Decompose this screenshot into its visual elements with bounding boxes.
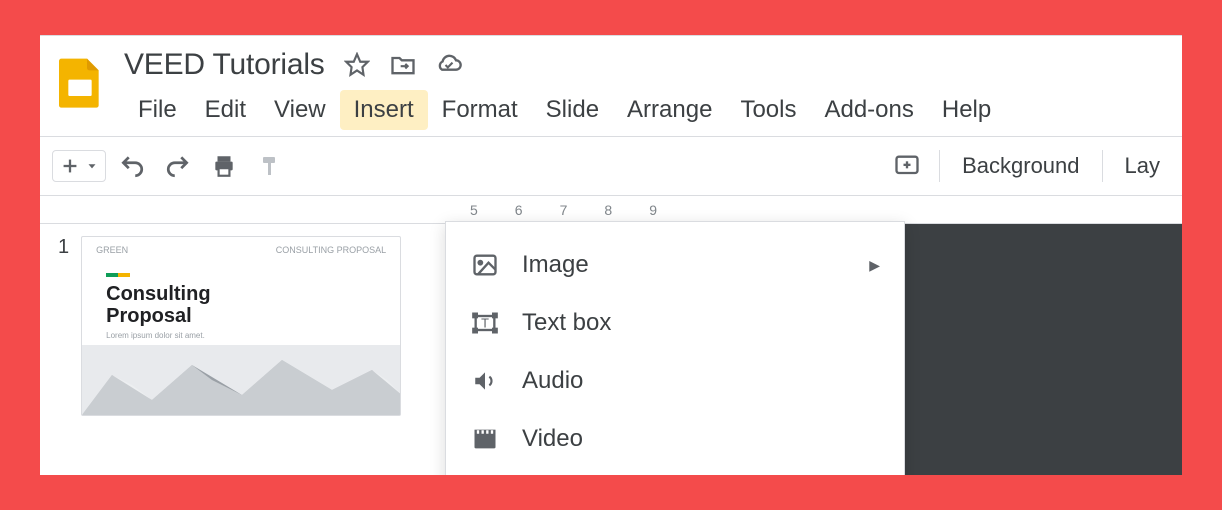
video-icon	[470, 424, 500, 454]
image-icon	[470, 250, 500, 280]
new-slide-button[interactable]	[52, 150, 106, 182]
dropdown-label: Text box	[522, 309, 611, 337]
audio-icon	[470, 366, 500, 396]
menu-arrange[interactable]: Arrange	[613, 90, 726, 130]
document-title[interactable]: VEED Tutorials	[124, 48, 325, 82]
menu-format[interactable]: Format	[428, 90, 532, 130]
slide-panel: 1 GREEN CONSULTING PROPOSAL Consulting P…	[40, 224, 470, 475]
title-area: VEED Tutorials File Edit View Insert For…	[124, 46, 1182, 130]
dropdown-label: Audio	[522, 367, 583, 395]
menu-view[interactable]: View	[260, 90, 340, 130]
thumb-subtitle: Lorem ipsum dolor sit amet.	[82, 327, 400, 340]
print-button[interactable]	[204, 146, 244, 186]
menu-tools[interactable]: Tools	[726, 90, 810, 130]
layout-button[interactable]: Lay	[1115, 153, 1170, 179]
textbox-icon: T	[470, 308, 500, 338]
dropdown-label: Image	[522, 251, 589, 279]
move-folder-icon[interactable]	[389, 51, 417, 79]
redo-button[interactable]	[158, 146, 198, 186]
star-icon[interactable]	[343, 51, 371, 79]
slide-thumbnail[interactable]: GREEN CONSULTING PROPOSAL Consulting Pro…	[81, 236, 401, 416]
insert-image[interactable]: Image ▶	[446, 236, 904, 294]
dropdown-label: Video	[522, 425, 583, 453]
insert-dropdown: Image ▶ T Text box Audio Video	[445, 221, 905, 475]
mountain-image	[82, 345, 401, 415]
paint-format-button[interactable]	[250, 146, 290, 186]
toolbar-separator	[939, 150, 940, 182]
title-row: VEED Tutorials	[124, 48, 1182, 82]
menu-edit[interactable]: Edit	[191, 90, 260, 130]
slides-logo-icon[interactable]	[52, 54, 108, 110]
horizontal-ruler: 5 6 7 8 9	[40, 196, 1182, 224]
slide-number: 1	[58, 236, 69, 472]
undo-button[interactable]	[112, 146, 152, 186]
cloud-saved-icon[interactable]	[435, 51, 463, 79]
add-comment-button[interactable]	[887, 146, 927, 186]
menu-file[interactable]: File	[124, 90, 191, 130]
chevron-right-icon: ▶	[869, 257, 880, 274]
chevron-down-icon	[85, 159, 99, 173]
background-button[interactable]: Background	[952, 153, 1089, 179]
app-window: VEED Tutorials File Edit View Insert For…	[40, 35, 1182, 475]
toolbar: Background Lay	[40, 136, 1182, 196]
insert-textbox[interactable]: T Text box	[446, 294, 904, 352]
thumb-title: Consulting Proposal	[82, 277, 400, 327]
svg-text:T: T	[481, 316, 489, 331]
titlebar: VEED Tutorials File Edit View Insert For…	[40, 36, 1182, 130]
toolbar-separator	[1102, 150, 1103, 182]
insert-video[interactable]: Video	[446, 410, 904, 468]
menu-slide[interactable]: Slide	[532, 90, 613, 130]
menubar: File Edit View Insert Format Slide Arran…	[124, 90, 1182, 130]
menu-insert[interactable]: Insert	[340, 90, 428, 130]
insert-audio[interactable]: Audio	[446, 352, 904, 410]
menu-help[interactable]: Help	[928, 90, 1005, 130]
menu-addons[interactable]: Add-ons	[810, 90, 927, 130]
